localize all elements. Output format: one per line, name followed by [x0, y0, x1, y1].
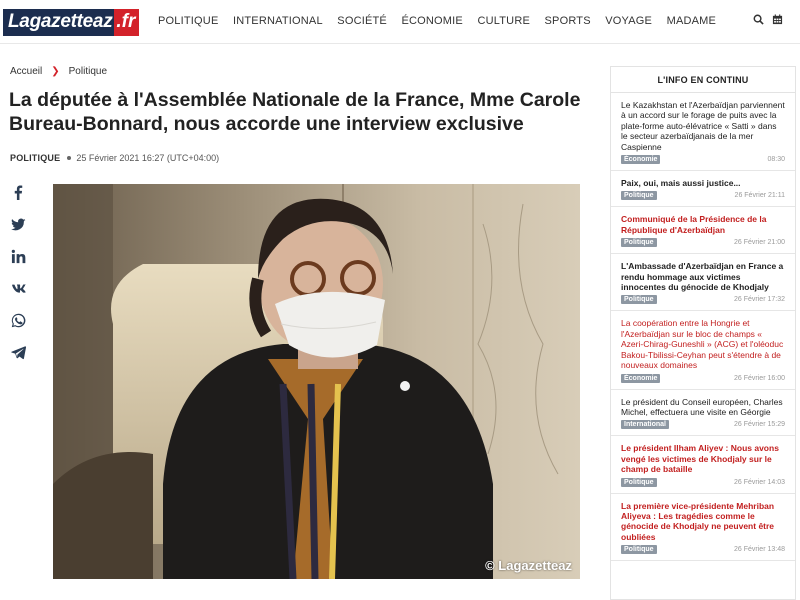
logo-suffix: .fr: [114, 9, 140, 36]
news-item-footer: Politique 26 Février 13:48: [621, 545, 785, 555]
category-badge[interactable]: Politique: [621, 191, 657, 201]
category-badge[interactable]: International: [621, 420, 670, 430]
calendar-icon[interactable]: [771, 14, 783, 28]
news-item[interactable]: L'Ambassade d'Azerbaïdjan en France a re…: [611, 254, 795, 312]
news-item[interactable]: Le président Ilham Aliyev : Nous avons v…: [611, 436, 795, 494]
nav-item-madame[interactable]: MADAME: [667, 15, 716, 27]
category-badge[interactable]: Politique: [621, 295, 657, 305]
article-title: La députée à l'Assemblée Nationale de la…: [9, 89, 581, 135]
news-item-footer: Politique 26 Février 17:32: [621, 295, 785, 305]
twitter-icon[interactable]: [9, 215, 27, 233]
news-item-time: 26 Février 14:03: [734, 478, 785, 486]
site-logo[interactable]: Lagazetteaz .fr: [3, 9, 140, 36]
news-item-time: 08:30: [767, 156, 785, 164]
nav-item-international[interactable]: INTERNATIONAL: [233, 15, 323, 27]
meta-dot: [67, 156, 72, 160]
nav-item-culture[interactable]: CULTURE: [477, 15, 530, 27]
nav-item-societe[interactable]: SOCIÉTÉ: [337, 15, 387, 27]
nav-item-sports[interactable]: SPORTS: [545, 15, 591, 27]
category-badge[interactable]: Politique: [621, 238, 657, 248]
news-item-footer: Économie 08:30: [621, 155, 785, 165]
breadcrumb-section[interactable]: Politique: [69, 66, 107, 77]
news-item-time: 26 Février 16:00: [734, 374, 785, 382]
breadcrumb: Accueil ❯ Politique: [10, 66, 107, 77]
photo-illustration: [53, 184, 580, 579]
nav-item-economie[interactable]: ÉCONOMIE: [401, 15, 463, 27]
news-item-title[interactable]: Le président Ilham Aliyev : Nous avons v…: [621, 443, 785, 474]
sidebar-header: L'INFO EN CONTINU: [611, 67, 795, 93]
search-icon[interactable]: [752, 14, 764, 28]
news-item[interactable]: Communiqué de la Présidence de la Républ…: [611, 207, 795, 255]
news-item-footer: International 26 Février 15:29: [621, 420, 785, 430]
news-item[interactable]: La coopération entre la Hongrie et l'Aze…: [611, 311, 795, 390]
breadcrumb-home[interactable]: Accueil: [10, 66, 42, 77]
nav-item-voyage[interactable]: VOYAGE: [605, 15, 652, 27]
news-item-time: 26 Février 15:29: [734, 421, 785, 429]
telegram-icon[interactable]: [9, 343, 27, 361]
category-badge[interactable]: Économie: [621, 373, 661, 383]
photo-credit: © Lagazetteaz: [485, 558, 572, 573]
news-item-title[interactable]: Le président du Conseil européen, Charle…: [621, 397, 785, 418]
news-item-title[interactable]: Paix, oui, mais aussi justice...: [621, 178, 785, 188]
category-badge[interactable]: Politique: [621, 477, 657, 487]
vk-icon[interactable]: [9, 279, 27, 297]
news-item-footer: Politique 26 Février 21:00: [621, 238, 785, 248]
news-item-footer: Économie 26 Février 16:00: [621, 373, 785, 383]
news-item-time: 26 Février 21:11: [734, 192, 785, 200]
nav-item-politique[interactable]: POLITIQUE: [158, 15, 218, 27]
whatsapp-icon[interactable]: [9, 311, 27, 329]
news-item-time: 26 Février 13:48: [734, 546, 785, 554]
article-photo: © Lagazetteaz: [53, 184, 580, 579]
category-badge[interactable]: Politique: [621, 545, 657, 555]
main-nav: POLITIQUE INTERNATIONAL SOCIÉTÉ ÉCONOMIE…: [158, 15, 731, 27]
news-item[interactable]: La première vice-présidente Mehriban Ali…: [611, 494, 795, 562]
news-item[interactable]: Paix, oui, mais aussi justice... Politiqu…: [611, 171, 795, 208]
news-item-title[interactable]: La coopération entre la Hongrie et l'Aze…: [621, 318, 785, 370]
article-meta: POLITIQUE 25 Février 2021 16:27 (UTC+04:…: [10, 153, 219, 163]
news-item-time: 26 Février 17:32: [734, 296, 785, 304]
news-item-footer: Politique 26 Février 14:03: [621, 477, 785, 487]
article-date: 25 Février 2021 16:27 (UTC+04:00): [76, 153, 220, 163]
chevron-right-icon: ❯: [51, 66, 60, 77]
news-item[interactable]: Le président du Conseil européen, Charle…: [611, 390, 795, 437]
article-category[interactable]: POLITIQUE: [10, 153, 60, 163]
news-item-title[interactable]: L'Ambassade d'Azerbaïdjan en France a re…: [621, 261, 785, 292]
news-feed-sidebar: L'INFO EN CONTINU Le Kazakhstan et l'Aze…: [610, 66, 796, 600]
news-item-time: 26 Février 21:00: [734, 239, 785, 247]
news-item-footer: Politique 26 Février 21:11: [621, 191, 785, 201]
facebook-icon[interactable]: [9, 183, 27, 201]
news-item-title[interactable]: La première vice-présidente Mehriban Ali…: [621, 501, 785, 543]
site-header: Lagazetteaz .fr POLITIQUE INTERNATIONAL …: [0, 0, 800, 44]
linkedin-icon[interactable]: [9, 247, 27, 265]
share-bar: [9, 183, 29, 375]
news-item-title[interactable]: Le Kazakhstan et l'Azerbaïdjan parvienne…: [621, 100, 785, 152]
news-item-title[interactable]: Communiqué de la Présidence de la Républ…: [621, 214, 785, 235]
logo-text: Lagazetteaz: [3, 9, 115, 36]
category-badge[interactable]: Économie: [621, 155, 661, 165]
news-item[interactable]: Le Kazakhstan et l'Azerbaïdjan parvienne…: [611, 93, 795, 172]
news-list: Le Kazakhstan et l'Azerbaïdjan parvienne…: [611, 93, 795, 562]
